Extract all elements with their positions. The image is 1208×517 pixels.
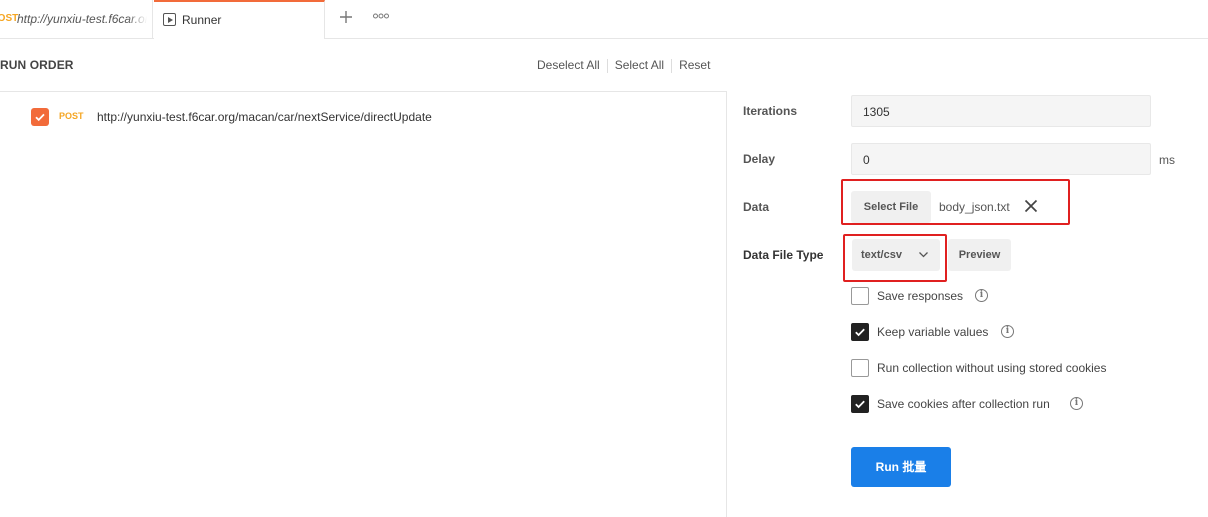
check-icon (35, 113, 45, 122)
highlight-box-data (841, 179, 1070, 225)
select-all-button[interactable]: Select All (615, 58, 664, 72)
tab-runner-label: Runner (182, 13, 222, 27)
run-order-actions: Deselect All Select All Reset (537, 58, 710, 73)
tab-bar: POST http://yunxiu-test.f6car.org/macan/… (0, 0, 1208, 39)
save-responses-label: Save responses (877, 289, 964, 303)
check-icon (855, 328, 865, 337)
plus-icon[interactable] (338, 9, 354, 27)
check-icon (855, 400, 865, 409)
run-order-title: RUN ORDER (0, 58, 74, 72)
tab-request-method: POST (0, 13, 19, 24)
info-icon[interactable]: i (1001, 325, 1014, 338)
preview-button[interactable]: Preview (948, 239, 1011, 271)
more-icon[interactable] (373, 10, 391, 26)
request-method: POST (59, 111, 84, 121)
run-button[interactable]: Run 批量 (851, 447, 951, 487)
divider (606, 58, 608, 73)
save-cookies-label: Save cookies after collection run (877, 397, 1050, 411)
keep-variable-values-checkbox[interactable] (851, 323, 869, 341)
keep-variable-values-label: Keep variable values (877, 325, 989, 339)
iterations-input[interactable]: 1305 (851, 95, 1151, 127)
save-responses-checkbox[interactable] (851, 287, 869, 305)
highlight-box-file-type (843, 234, 947, 282)
play-icon (163, 13, 176, 26)
tab-runner[interactable]: Runner (154, 0, 325, 39)
save-cookies-checkbox[interactable] (851, 395, 869, 413)
data-file-type-label: Data File Type (743, 248, 824, 262)
info-icon[interactable]: i (1070, 397, 1083, 410)
request-checkbox[interactable] (31, 108, 49, 126)
deselect-all-button[interactable]: Deselect All (537, 58, 600, 72)
delay-input[interactable]: 0 (851, 143, 1151, 175)
request-url: http://yunxiu-test.f6car.org/macan/car/n… (97, 110, 432, 124)
reset-button[interactable]: Reset (679, 58, 710, 72)
delay-unit: ms (1159, 153, 1175, 167)
info-icon[interactable]: i (975, 289, 988, 302)
tab-request-url: http://yunxiu-test.f6car.org/macan/car/n… (17, 12, 147, 26)
data-label: Data (743, 200, 770, 214)
tab-request[interactable]: POST http://yunxiu-test.f6car.org/macan/… (0, 0, 153, 39)
divider (671, 58, 673, 73)
run-without-cookies-label: Run collection without using stored cook… (877, 361, 1107, 375)
run-order-list: POST http://yunxiu-test.f6car.org/macan/… (0, 91, 727, 517)
run-without-cookies-checkbox[interactable] (851, 359, 869, 377)
iterations-label: Iterations (743, 104, 798, 118)
delay-label: Delay (743, 152, 776, 166)
